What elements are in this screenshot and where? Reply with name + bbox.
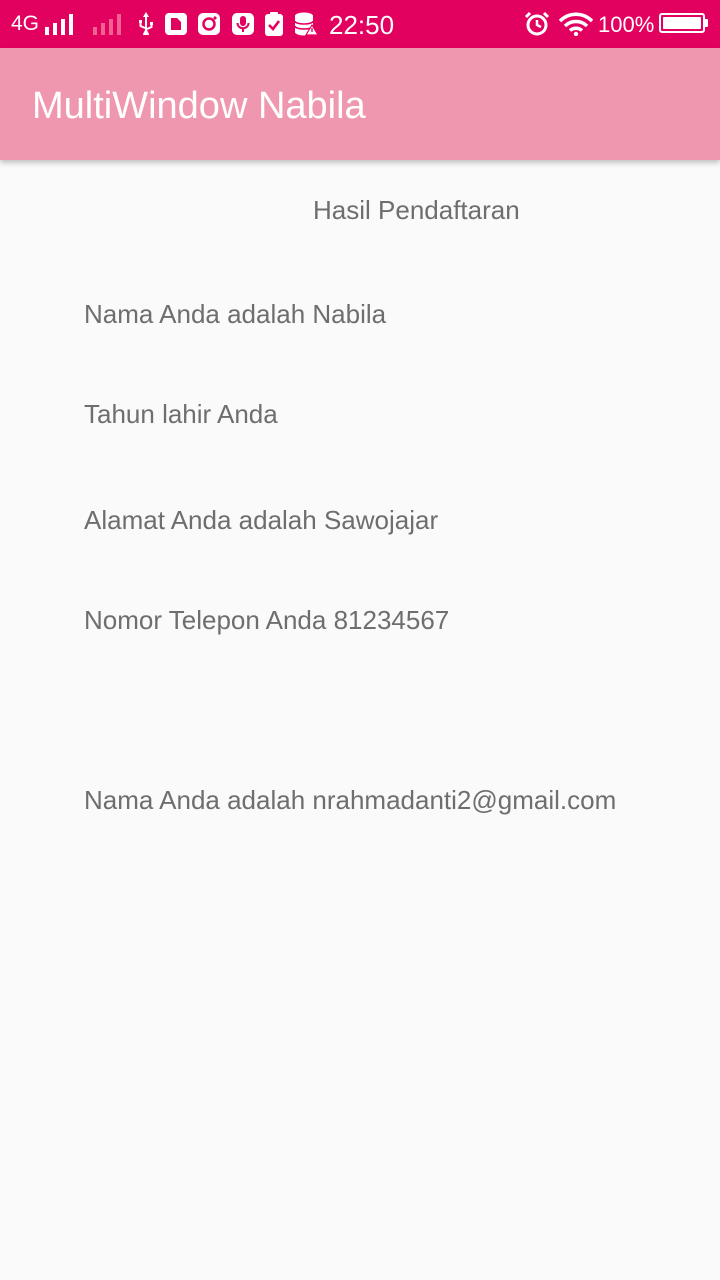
clipboard-check-icon (265, 12, 283, 36)
instagram-icon (198, 13, 220, 35)
app-title: MultiWindow Nabila (32, 85, 366, 127)
usb-icon (139, 12, 153, 35)
sim-icon (165, 13, 187, 35)
signal-weak-icon (93, 14, 121, 35)
status-bar: 4G 22:50 100% (0, 0, 720, 48)
phone-line: Nomor Telepon Anda 81234567 (84, 605, 450, 635)
mic-icon (232, 13, 254, 35)
birth-year-line: Tahun lahir Anda (84, 399, 278, 429)
battery-percent: 100% (598, 12, 655, 37)
battery-level (663, 17, 701, 29)
email-line: Nama Anda adalah nrahmadanti2@gmail.com (84, 785, 617, 815)
network-type: 4G (11, 12, 40, 35)
address-line: Alamat Anda adalah Sawojajar (84, 505, 439, 535)
storage-icon (294, 12, 319, 36)
battery-tip (705, 19, 708, 27)
clock: 22:50 (329, 10, 395, 40)
battery-icon (659, 13, 705, 33)
wifi-icon (559, 12, 593, 36)
alarm-icon (524, 11, 550, 36)
signal-icon (45, 14, 73, 35)
registration-result: Hasil Pendaftaran Nama Anda adalah Nabil… (0, 160, 720, 1280)
result-heading: Hasil Pendaftaran (313, 195, 520, 225)
app-bar: MultiWindow Nabila (0, 48, 720, 160)
name-line: Nama Anda adalah Nabila (84, 299, 387, 329)
